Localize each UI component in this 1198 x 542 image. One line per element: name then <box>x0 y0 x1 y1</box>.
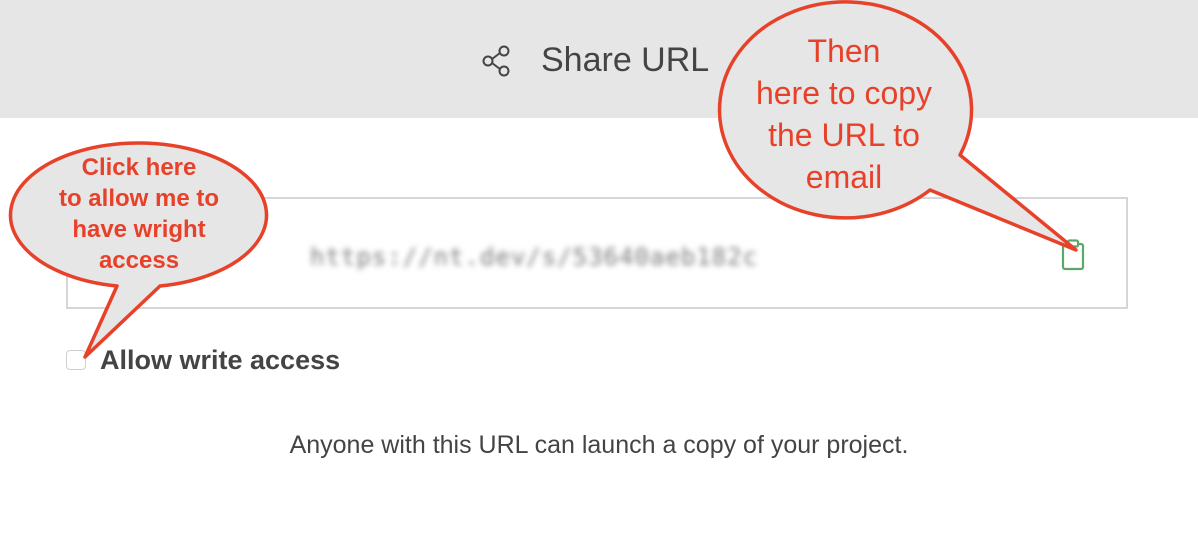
annotation-left-line: Click here <box>81 154 197 181</box>
annotation-right-line: Then <box>807 33 881 69</box>
dialog-title: Share URL <box>541 41 710 79</box>
annotation-right-line: here to copy <box>755 75 933 111</box>
annotation-right-line: email <box>805 159 883 195</box>
copy-url-button[interactable] <box>1058 238 1088 272</box>
annotation-left-text: Click here to allow me to have wright ac… <box>10 152 268 276</box>
annotation-left-line: access <box>98 247 180 274</box>
annotation-left-line: have wright <box>72 216 206 243</box>
allow-write-label[interactable]: Allow write access <box>100 343 340 377</box>
share-icon <box>482 45 510 77</box>
clipboard-icon <box>1061 239 1085 271</box>
share-url-value[interactable]: https://nt.dev/s/53640aeb182c <box>310 239 758 275</box>
annotation-right-line: the URL to <box>768 117 920 153</box>
annotation-right-text: Then here to copy the URL to email <box>716 30 972 198</box>
allow-write-checkbox[interactable] <box>66 350 86 370</box>
annotation-left-line: to allow me to <box>58 185 219 212</box>
dialog-header: Share URL <box>0 0 1198 118</box>
share-info-text: Anyone with this URL can launch a copy o… <box>289 431 909 459</box>
